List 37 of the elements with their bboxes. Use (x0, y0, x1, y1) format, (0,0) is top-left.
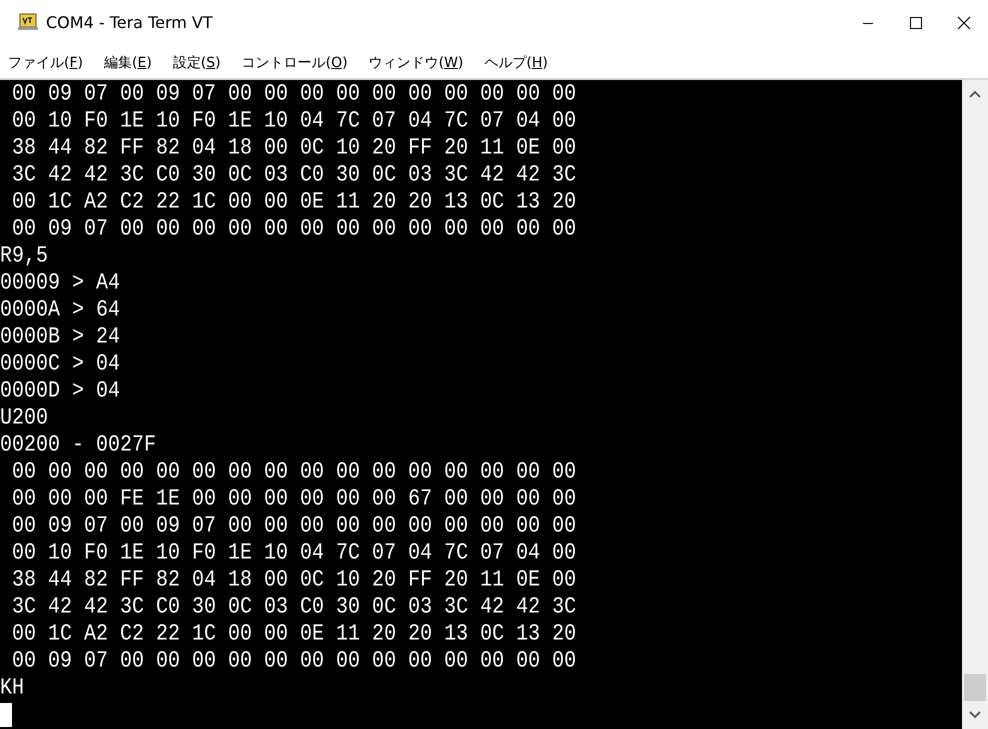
terminal-line: 00 1C A2 C2 22 1C 00 00 0E 11 20 20 13 0C 13 20 (11, 620, 576, 650)
terminal-line: KH (0, 674, 24, 704)
terminal-line: 38 44 82 FF 82 04 18 00 0C 10 20 FF 20 11 0E 00 (11, 566, 576, 596)
menu-item[interactable]: 編集(E) (104, 52, 152, 74)
terminal-line: U200 (0, 404, 48, 434)
app-icon (18, 13, 38, 31)
terminal-line: 00 00 00 FE 1E 00 00 00 00 00 00 67 00 00 00 00 (11, 485, 576, 515)
terminal-line: 38 44 82 FF 82 04 18 00 0C 10 20 FF 20 11 0E 00 (11, 134, 576, 164)
terminal-line: 3C 42 42 3C C0 30 0C 03 C0 30 0C 03 3C 42 42 3C (11, 593, 576, 623)
terminal-line: 0000D > 04 (0, 377, 120, 407)
scrollbar-thumb[interactable] (964, 674, 986, 701)
terminal-line: 00 09 07 00 00 00 00 00 00 00 00 00 00 00 00 00 (11, 647, 576, 677)
terminal-line: 00 09 07 00 00 00 00 00 00 00 00 00 00 00 00 00 (11, 215, 576, 245)
terminal-line: 0000C > 04 (0, 350, 120, 380)
menu-item[interactable]: コントロール(O) (242, 52, 348, 74)
terminal-line: 3C 42 42 3C C0 30 0C 03 C0 30 0C 03 3C 42 42 3C (11, 161, 576, 191)
terminal-line: 0000A > 64 (0, 296, 120, 326)
terminal-line: 00009 > A4 (0, 269, 120, 299)
maximize-icon (909, 16, 923, 30)
menu-item[interactable]: 設定(S) (172, 52, 221, 74)
scroll-up-icon[interactable] (969, 90, 981, 98)
menu-item[interactable]: ヘルプ(H) (484, 52, 548, 74)
scroll-down-icon[interactable] (969, 711, 981, 719)
menu-item[interactable]: ウィンドウ(W) (368, 52, 464, 74)
terminal-line: 00 10 F0 1E 10 F0 1E 10 04 7C 07 04 7C 07 04 00 (11, 539, 576, 569)
terminal-line: 00 09 07 00 09 07 00 00 00 00 00 00 00 00 00 00 (11, 80, 576, 110)
terminal-line: R9,5 (0, 242, 48, 272)
text-cursor (0, 703, 12, 727)
close-icon (957, 16, 971, 30)
terminal-line: 00 10 F0 1E 10 F0 1E 10 04 7C 07 04 7C 07 04 00 (11, 107, 576, 137)
terminal-line: 00200 - 0027F (0, 431, 156, 461)
window-title: COM4 - Tera Term VT (46, 12, 213, 32)
terminal-line: 00 1C A2 C2 22 1C 00 00 0E 11 20 20 13 0C 13 20 (11, 188, 576, 218)
menu-item[interactable]: ファイル(F) (8, 52, 83, 74)
terminal-line: 0000B > 24 (0, 323, 120, 353)
terminal-line: 00 09 07 00 09 07 00 00 00 00 00 00 00 00 00 00 (11, 512, 576, 542)
terminal-line: 00 00 00 00 00 00 00 00 00 00 00 00 00 00 00 00 (11, 458, 576, 488)
